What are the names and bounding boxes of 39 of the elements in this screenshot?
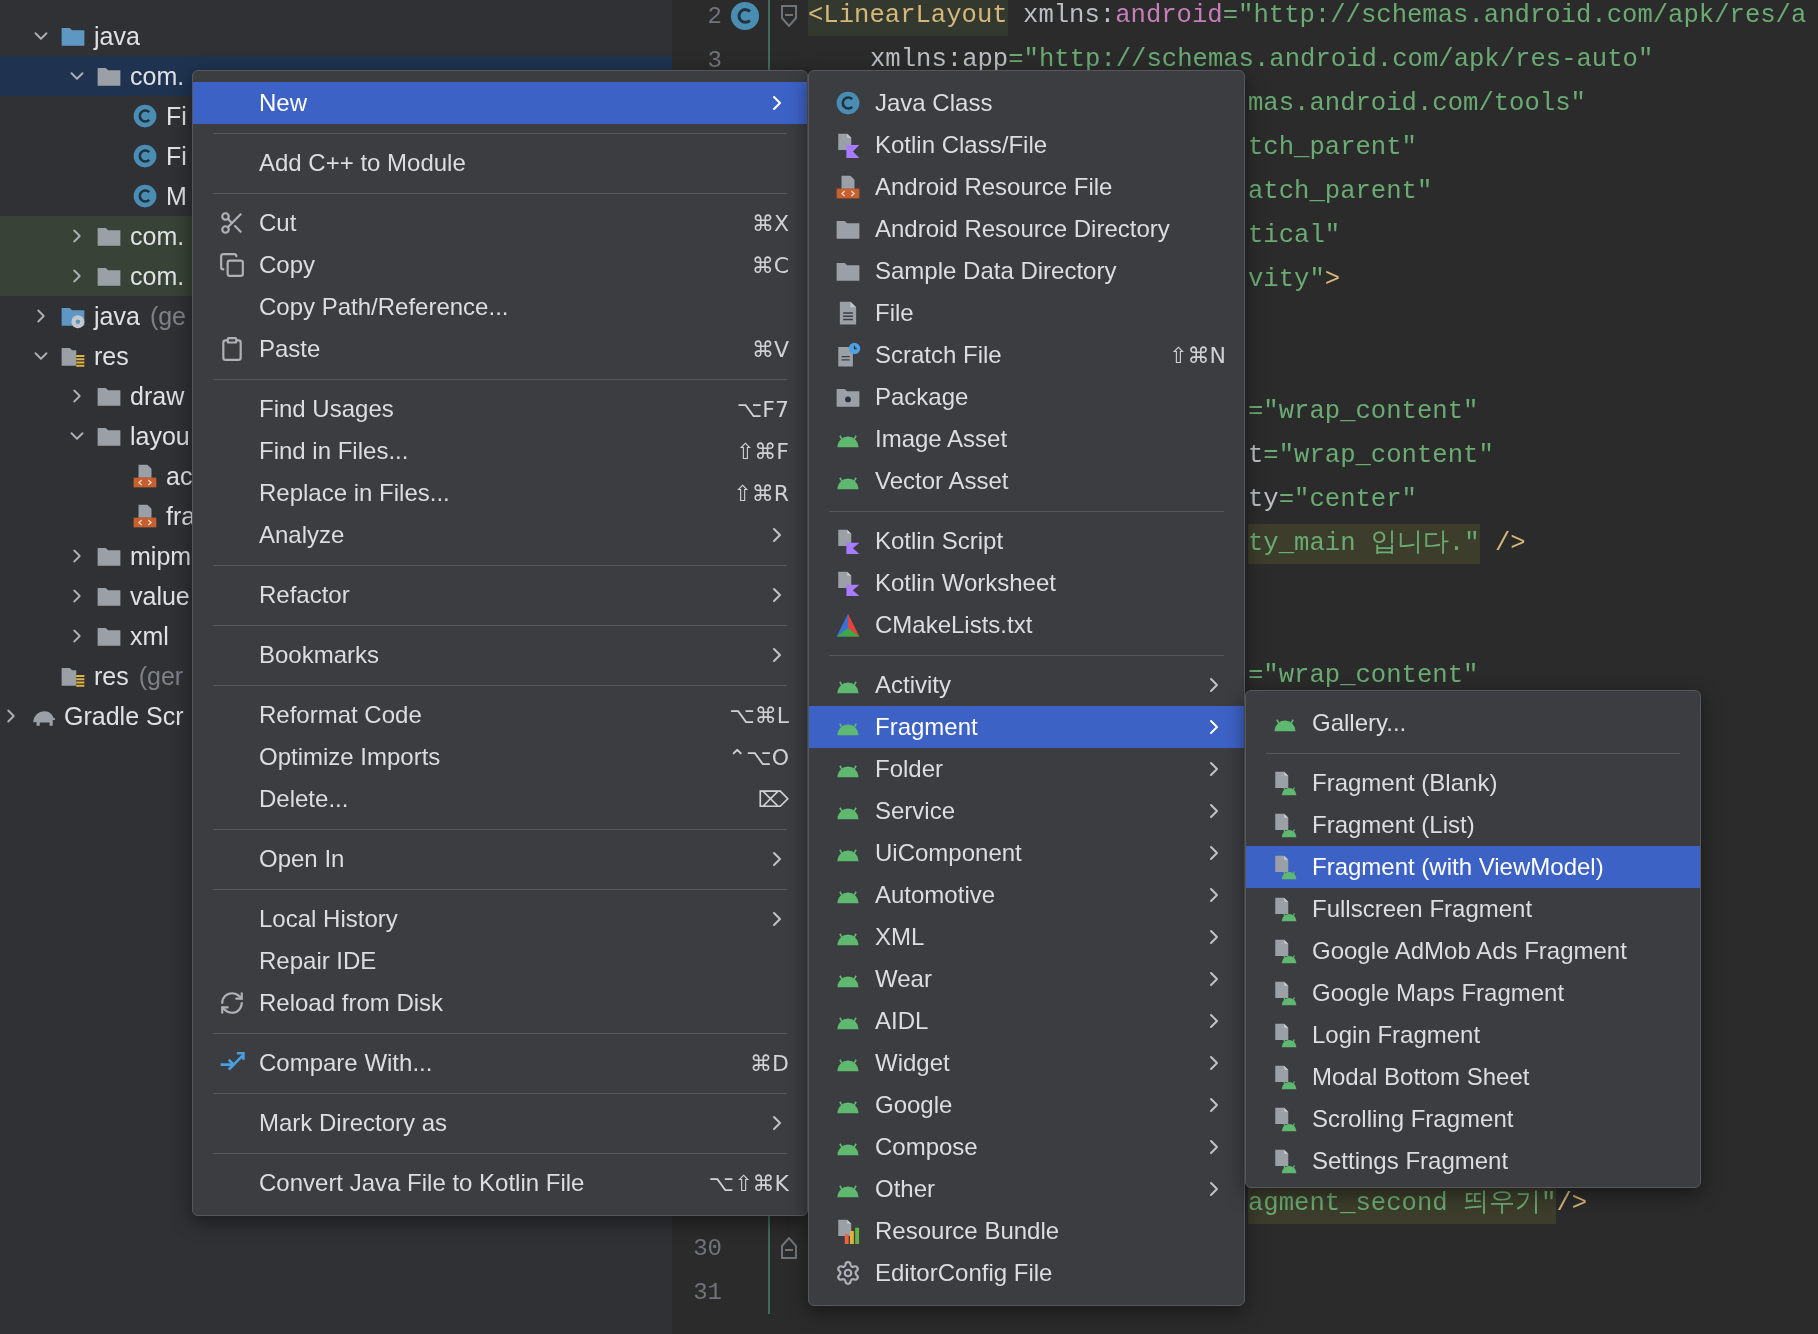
shortcut-text: ⇧⌘N bbox=[1169, 342, 1226, 368]
shortcut-text: ⌘C bbox=[751, 252, 789, 278]
shortcut-text: ⌥⇧⌘K bbox=[708, 1170, 789, 1196]
code-text: ty bbox=[1248, 484, 1279, 516]
shortcut-text: ⌘D bbox=[750, 1050, 789, 1076]
shortcut-text: ⌃⌥O bbox=[727, 744, 789, 770]
code-text: ty_main 입니다." bbox=[1248, 524, 1480, 564]
line-number: 2 bbox=[707, 2, 722, 30]
code-text: android bbox=[1115, 0, 1223, 32]
code-text: ="wrap_content" bbox=[1263, 440, 1494, 472]
code-text: tical" bbox=[1248, 220, 1341, 252]
shortcut-text: ⇧⌘R bbox=[733, 480, 789, 506]
shortcut-text: ⌘X bbox=[751, 210, 789, 236]
code-text: ="http://schemas.android.com/apk/res-auto" bbox=[1008, 44, 1654, 76]
code-text: ="center" bbox=[1278, 484, 1417, 516]
tree-item-hint: (ger bbox=[138, 661, 184, 691]
code-text: vity" bbox=[1248, 264, 1325, 296]
code-text: /> bbox=[1493, 528, 1526, 560]
code-text: t bbox=[1248, 440, 1264, 472]
code-text: ="wrap_content" bbox=[1248, 396, 1479, 428]
shortcut-text: ⇧⌘F bbox=[735, 438, 789, 464]
code-text: <LinearLayout bbox=[808, 0, 1008, 36]
line-number: 31 bbox=[693, 1278, 722, 1306]
code-text: xmlns: bbox=[1022, 0, 1116, 32]
tree-item-hint: (ge bbox=[149, 301, 186, 331]
code-text: atch_parent" bbox=[1248, 176, 1433, 208]
shortcut-text: ⌘V bbox=[751, 336, 789, 362]
code-text: /> bbox=[1556, 1188, 1588, 1220]
line-number: 30 bbox=[693, 1234, 722, 1262]
code-text: tch_parent" bbox=[1248, 132, 1417, 164]
code-text: xmlns:app bbox=[870, 44, 1009, 76]
shortcut-text: ⌦ bbox=[757, 786, 789, 812]
code-text: ="wrap_content" bbox=[1248, 660, 1479, 692]
shortcut-text: ⌥⌘L bbox=[729, 702, 789, 728]
code-text: > bbox=[1324, 264, 1341, 296]
shortcut-text: ⌥F7 bbox=[737, 396, 789, 422]
code-text: ="http://schemas.android.com/apk/res/a bbox=[1222, 0, 1807, 32]
line-number: 3 bbox=[707, 46, 722, 74]
code-text: mas.android.com/tools" bbox=[1248, 88, 1586, 120]
